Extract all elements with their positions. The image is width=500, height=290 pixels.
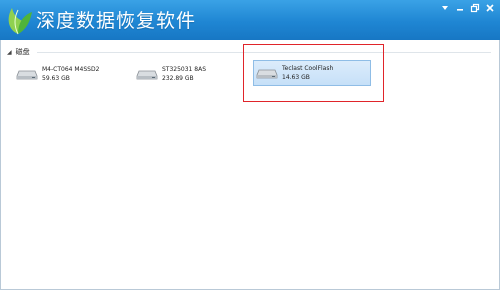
disk-group-label: 磁盘 [15,48,30,56]
disk-group-header[interactable]: ◢ 磁盘 [7,46,30,58]
disk-name: ST325031 8AS [162,66,207,73]
disk-name: M4-CT064 M4SSD2 [42,66,100,73]
disk-item-hdd[interactable]: ST325031 8AS 232.89 GB [136,65,206,83]
disk-list-panel: ◢ 磁盘 M4-CT064 M4SSD2 59.63 GB ST325031 8… [1,40,499,289]
disk-size: 59.63 GB [42,75,70,82]
disk-item-ssd[interactable]: M4-CT064 M4SSD2 59.63 GB [16,65,99,83]
disk-size: 232.89 GB [162,75,194,82]
app-title: 深度数据恢复软件 [36,10,197,32]
leaf-logo-icon [8,8,32,35]
close-icon[interactable] [484,2,496,14]
restore-icon[interactable] [469,2,481,14]
menu-icon[interactable] [439,2,451,14]
hard-disk-icon [16,70,38,80]
hard-disk-icon [136,70,158,80]
minimize-icon[interactable] [454,2,466,14]
red-highlight-box [243,44,384,102]
title-bar: 深度数据恢复软件 [0,0,500,40]
collapse-triangle-icon[interactable]: ◢ [7,49,12,56]
